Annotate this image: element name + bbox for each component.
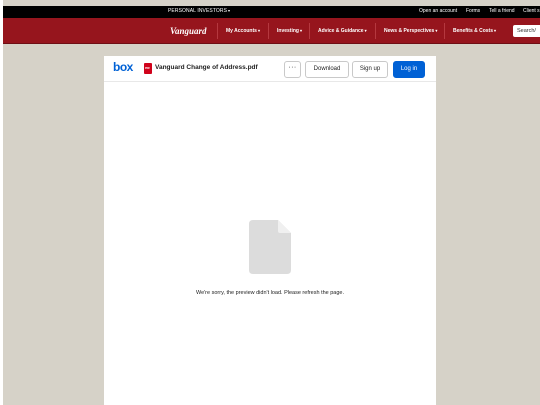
download-button[interactable]: Download xyxy=(305,61,349,78)
forms-link[interactable]: Forms xyxy=(466,8,480,14)
nav-news-perspectives[interactable]: News & Perspectives▾ xyxy=(384,28,437,34)
vanguard-logo[interactable]: Vanguard xyxy=(170,26,207,36)
chevron-down-icon: ▾ xyxy=(228,8,231,13)
open-account-link[interactable]: Open an account xyxy=(419,8,457,14)
nav-divider xyxy=(268,23,269,39)
utility-bar: PERSONAL INVESTORS▾ Open an account Form… xyxy=(3,6,540,18)
more-options-button[interactable]: ··· xyxy=(284,61,301,78)
left-edge xyxy=(0,0,3,405)
log-in-button[interactable]: Log in xyxy=(393,61,425,78)
box-logo[interactable]: box xyxy=(113,60,133,74)
search-input[interactable]: Search/ xyxy=(513,25,540,37)
main-nav: Vanguard My Accounts▾ Investing▾ Advice … xyxy=(3,18,540,44)
preview-error-message: We're sorry, the preview didn't load. Pl… xyxy=(195,290,345,296)
nav-divider xyxy=(217,23,218,39)
nav-divider xyxy=(444,23,445,39)
nav-investing[interactable]: Investing▾ xyxy=(277,28,302,34)
nav-divider xyxy=(309,23,310,39)
nav-my-accounts[interactable]: My Accounts▾ xyxy=(226,28,260,34)
file-preview-panel: box PDF Vanguard Change of Address.pdf ·… xyxy=(104,56,436,405)
file-name: Vanguard Change of Address.pdf xyxy=(155,64,258,71)
client-services-link[interactable]: Client s xyxy=(523,8,540,14)
sign-up-button[interactable]: Sign up xyxy=(352,61,388,78)
chevron-down-icon: ▾ xyxy=(299,28,302,33)
chevron-down-icon: ▾ xyxy=(494,28,497,33)
tell-a-friend-link[interactable]: Tell a friend xyxy=(489,8,515,14)
nav-divider xyxy=(375,23,376,39)
chevron-down-icon: ▾ xyxy=(435,28,438,33)
chevron-down-icon: ▾ xyxy=(257,28,260,33)
chevron-down-icon: ▾ xyxy=(364,28,367,33)
document-placeholder-icon xyxy=(249,220,291,274)
nav-benefits-costs[interactable]: Benefits & Costs▾ xyxy=(453,28,496,34)
pdf-file-icon: PDF xyxy=(144,63,152,74)
preview-header: box PDF Vanguard Change of Address.pdf ·… xyxy=(104,56,436,82)
persona-selector[interactable]: PERSONAL INVESTORS▾ xyxy=(168,8,230,14)
nav-advice-guidance[interactable]: Advice & Guidance▾ xyxy=(318,28,367,34)
